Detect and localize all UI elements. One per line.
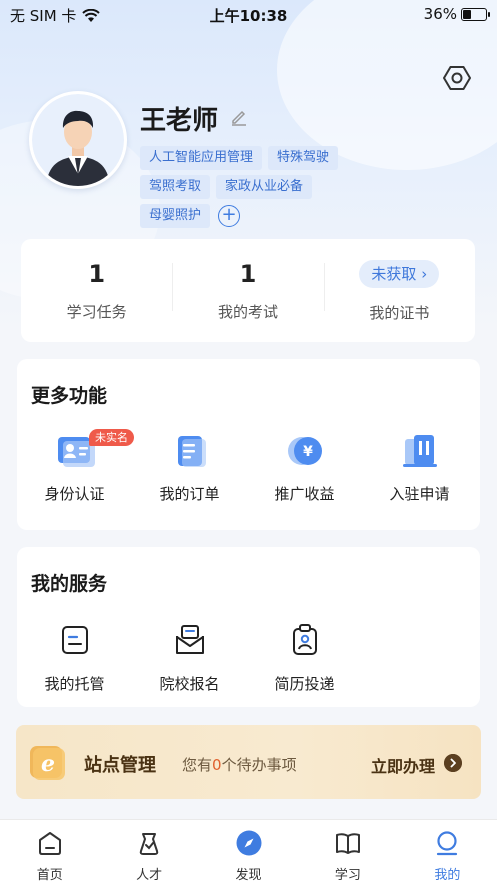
envelope-icon — [175, 625, 204, 654]
tag[interactable]: 家政从业必备 — [216, 175, 313, 199]
trust-icon — [61, 626, 88, 654]
status-bar: 无 SIM 卡 上午10:38 36% — [0, 0, 497, 30]
tab-talent[interactable]: 人才 — [99, 820, 198, 883]
unverified-badge: 未实名 — [89, 429, 134, 446]
battery-icon — [461, 7, 490, 21]
station-management-banner[interactable]: e 站点管理 您有0个待办事项 立即办理 — [16, 725, 481, 799]
my-services-card: 我的服务 我的托管 院校报名 简历投递 — [17, 547, 480, 707]
section-title: 我的服务 — [31, 573, 108, 595]
service-resume-delivery[interactable]: 简历投递 — [247, 621, 362, 694]
stats-card: 1 学习任务 1 我的考试 未获取 › 我的证书 — [21, 239, 475, 342]
service-my-custody[interactable]: 我的托管 — [17, 621, 132, 694]
profile-icon — [437, 831, 458, 856]
station-todo-text: 您有0个待办事项 — [182, 756, 297, 774]
svg-text:e: e — [41, 751, 55, 777]
stat-value: 1 — [239, 260, 257, 288]
function-my-orders[interactable]: 我的订单 — [132, 431, 247, 504]
certificate-status-pill[interactable]: 未获取 › — [359, 260, 440, 288]
tab-label: 学习 — [334, 868, 361, 883]
avatar[interactable] — [29, 91, 127, 189]
yen-coin-icon: ¥ — [287, 437, 322, 465]
section-title: 更多功能 — [31, 385, 108, 407]
stat-study-tasks[interactable]: 1 学习任务 — [21, 239, 172, 342]
book-icon — [335, 833, 360, 854]
tab-mine[interactable]: 我的 — [398, 820, 497, 883]
tab-label: 人才 — [136, 868, 163, 883]
function-promotion-earnings[interactable]: ¥ 推广收益 — [247, 431, 362, 504]
battery-percent: 36% — [423, 5, 457, 23]
service-label: 我的托管 — [44, 675, 105, 693]
tag[interactable]: 人工智能应用管理 — [140, 146, 263, 170]
tab-home[interactable]: 首页 — [0, 820, 99, 883]
order-icon — [177, 436, 206, 467]
stat-label: 我的证书 — [369, 304, 430, 322]
handle-now-button[interactable]: 立即办理 — [371, 753, 435, 777]
todo-count: 0 — [212, 756, 222, 774]
tab-label: 我的 — [434, 868, 461, 883]
tag[interactable]: 特殊驾驶 — [268, 146, 339, 170]
add-tag-icon[interactable]: + — [218, 205, 241, 227]
bottom-tab-bar: 首页 人才 发现 学习 我的 — [0, 819, 497, 883]
function-label: 入驻申请 — [389, 485, 450, 503]
function-label: 推广收益 — [274, 485, 335, 503]
tab-label: 首页 — [36, 868, 63, 883]
stat-my-exams[interactable]: 1 我的考试 — [172, 239, 323, 342]
service-label: 院校报名 — [159, 675, 220, 693]
more-functions-card: 更多功能 身份认证 我的订单 ¥ 推广收益 入驻申请 未实名 — [17, 359, 480, 530]
svg-text:¥: ¥ — [303, 444, 313, 460]
tab-discover[interactable]: 发现 — [199, 820, 298, 883]
service-label: 简历投递 — [274, 675, 335, 693]
clock: 上午10:38 — [209, 7, 288, 25]
station-title: 站点管理 — [84, 755, 156, 776]
avatar-illustration — [32, 94, 124, 186]
function-label: 我的订单 — [159, 485, 220, 503]
talent-icon — [139, 833, 159, 855]
stat-label: 我的考试 — [217, 303, 278, 321]
stat-label: 学习任务 — [66, 303, 127, 321]
resume-icon — [292, 624, 317, 655]
home-icon — [38, 832, 61, 855]
function-settlement-application[interactable]: 入驻申请 — [362, 431, 477, 504]
tab-study[interactable]: 学习 — [298, 820, 397, 883]
service-college-enrollment[interactable]: 院校报名 — [132, 621, 247, 694]
settings-icon[interactable] — [443, 64, 471, 92]
tag[interactable]: 母婴照护 — [140, 204, 211, 228]
building-icon — [402, 435, 437, 467]
teacher-name: 王老师 — [140, 106, 219, 136]
station-e-icon: e — [30, 746, 65, 780]
stat-my-certificates[interactable]: 未获取 › 我的证书 — [323, 239, 475, 342]
compass-icon — [236, 830, 262, 856]
arrow-right-icon[interactable] — [444, 754, 462, 772]
function-label: 身份认证 — [44, 485, 105, 503]
profile-tags: 人工智能应用管理 特殊驾驶 驾照考取 家政从业必备 母婴照护 + — [140, 146, 370, 228]
edit-pencil-icon[interactable] — [230, 108, 248, 126]
tab-label: 发现 — [235, 868, 262, 883]
tag[interactable]: 驾照考取 — [140, 175, 211, 199]
stat-value: 1 — [88, 260, 106, 288]
